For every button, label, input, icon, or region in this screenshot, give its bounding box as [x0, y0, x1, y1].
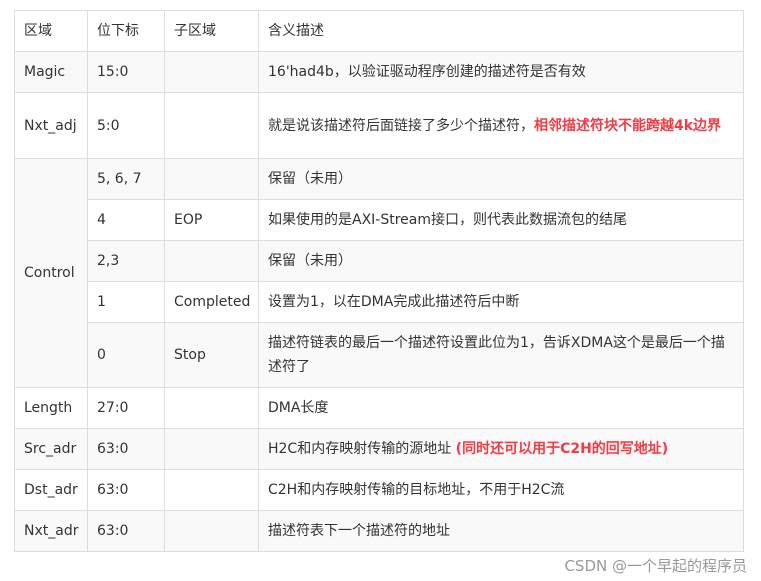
table-row-control-0: Control 5, 6, 7 保留（未用） [14, 158, 744, 388]
bits-cell: 4 [87, 199, 165, 241]
description-cell: DMA长度 [258, 387, 744, 429]
field-cell: Nxt_adr [14, 510, 88, 552]
table-row-control-1: 4 EOP 如果使用的是AXI-Stream接口，则代表此数据流包的结尾 [15, 199, 744, 241]
bits-cell: 0 [87, 322, 165, 388]
bits-cell: 5:0 [87, 92, 165, 159]
csdn-watermark: CSDN @一个早起的程序员 [564, 557, 747, 575]
description-cell: 设置为1，以在DMA完成此描述符后中断 [258, 281, 744, 323]
description-text: 就是说该描述符后面链接了多少个描述符， [268, 117, 534, 134]
field-cell: Length [14, 387, 88, 429]
bits-cell: 5, 6, 7 [87, 158, 165, 200]
description-text: H2C和内存映射传输的源地址 [268, 441, 456, 457]
subfield-cell [164, 469, 259, 511]
bits-cell: 15:0 [87, 51, 165, 93]
subfield-cell [164, 158, 259, 200]
bits-cell: 1 [87, 281, 165, 323]
table-row-control-3: 1 Completed 设置为1，以在DMA完成此描述符后中断 [15, 281, 744, 323]
description-cell: 保留（未用） [258, 158, 744, 200]
table-row-control-4: 0 Stop 描述符链表的最后一个描述符设置此位为1，告诉XDMA这个是最后一个… [15, 322, 744, 388]
header-row: 区域 位下标 子区域 含义描述 [14, 10, 744, 52]
subfield-cell: EOP [164, 199, 259, 241]
description-cell: 描述符表下一个描述符的地址 [258, 510, 744, 552]
description-cell: 描述符链表的最后一个描述符设置此位为1，告诉XDMA这个是最后一个描述符了 [258, 322, 744, 388]
table-row-length: Length 27:0 DMA长度 [14, 387, 744, 429]
field-cell: Src_adr [14, 428, 88, 470]
header-field: 区域 [14, 10, 88, 52]
descriptor-table: 区域 位下标 子区域 含义描述 Magic 15:0 16'had4b，以验证驱… [14, 10, 744, 552]
field-cell: Dst_adr [14, 469, 88, 511]
table-row-control-2: 2,3 保留（未用） [15, 240, 744, 282]
field-cell: Nxt_adj [14, 92, 88, 159]
bits-cell: 63:0 [87, 469, 165, 511]
header-bits: 位下标 [87, 10, 165, 52]
bits-cell: 63:0 [87, 428, 165, 470]
highlight-note: (同时还可以用于C2H的回写地址) [455, 441, 669, 457]
description-cell: H2C和内存映射传输的源地址 (同时还可以用于C2H的回写地址) [258, 428, 744, 470]
table-row-nxt-adj: Nxt_adj 5:0 就是说该描述符后面链接了多少个描述符，相邻描述符块不能跨… [14, 92, 744, 159]
table-row-magic: Magic 15:0 16'had4b，以验证驱动程序创建的描述符是否有效 [14, 51, 744, 93]
subfield-cell: Stop [164, 322, 259, 388]
description-cell: 16'had4b，以验证驱动程序创建的描述符是否有效 [258, 51, 744, 93]
field-cell-control: Control [14, 158, 88, 388]
description-cell: 保留（未用） [258, 240, 744, 282]
subfield-cell [164, 428, 259, 470]
table-row-nxt-adr: Nxt_adr 63:0 描述符表下一个描述符的地址 [14, 510, 744, 552]
header-description: 含义描述 [258, 10, 744, 52]
subfield-cell [164, 510, 259, 552]
subfield-cell [164, 387, 259, 429]
bits-cell: 2,3 [87, 240, 165, 282]
subfield-cell [164, 240, 259, 282]
description-cell: C2H和内存映射传输的目标地址，不用于H2C流 [258, 469, 744, 511]
table-row-src-adr: Src_adr 63:0 H2C和内存映射传输的源地址 (同时还可以用于C2H的… [14, 428, 744, 470]
description-cell: 如果使用的是AXI-Stream接口，则代表此数据流包的结尾 [258, 199, 744, 241]
bits-cell: 27:0 [87, 387, 165, 429]
description-cell: 就是说该描述符后面链接了多少个描述符，相邻描述符块不能跨越4k边界 [258, 92, 744, 159]
field-cell: Magic [14, 51, 88, 93]
header-subfield: 子区域 [164, 10, 259, 52]
highlight-note: 相邻描述符块不能跨越4k边界 [534, 117, 722, 134]
bits-cell: 63:0 [87, 510, 165, 552]
subfield-cell: Completed [164, 281, 259, 323]
subfield-cell [164, 51, 259, 93]
subfield-cell [164, 92, 259, 159]
table-row-dst-adr: Dst_adr 63:0 C2H和内存映射传输的目标地址，不用于H2C流 [14, 469, 744, 511]
